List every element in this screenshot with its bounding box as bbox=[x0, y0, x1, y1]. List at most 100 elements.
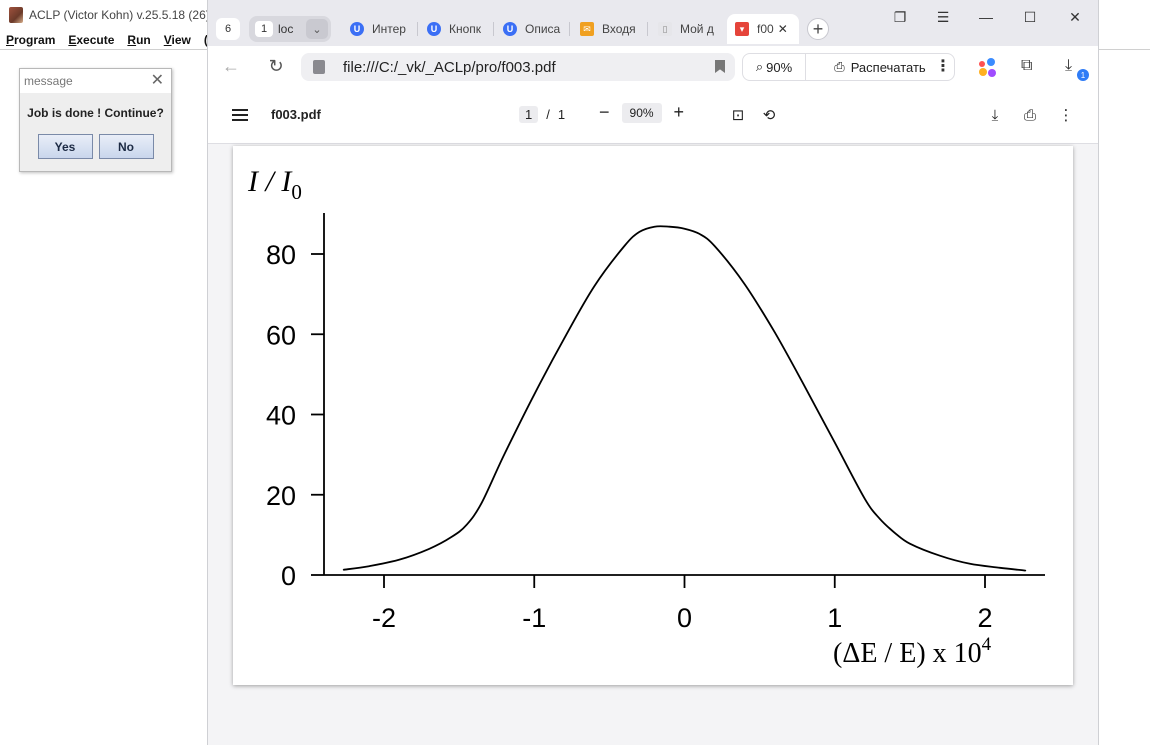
tab-label: Входя bbox=[602, 22, 636, 36]
more-icon[interactable]: ⋮ bbox=[935, 56, 951, 76]
yes-button[interactable]: Yes bbox=[37, 134, 93, 159]
back-icon[interactable]: ← bbox=[219, 56, 243, 77]
data-point bbox=[593, 285, 595, 287]
search-icon: ⌕ bbox=[755, 59, 764, 74]
tab-label: Интер bbox=[372, 22, 406, 36]
data-point bbox=[879, 518, 881, 520]
data-point bbox=[533, 393, 535, 396]
aclp-title-bar: ACLP (Victor Kohn) v.25.5.18 (26) bbox=[0, 0, 230, 30]
data-point bbox=[683, 228, 686, 230]
menu-program[interactable]: Program bbox=[6, 33, 55, 47]
tab-label: Кнопк bbox=[449, 22, 482, 36]
y-tick-label: 0 bbox=[281, 561, 296, 591]
x-tick-label: 0 bbox=[677, 603, 692, 633]
tab-bar: 6 1 loc ⌄ U Интер U Кнопк U Описа ✉ Вход… bbox=[208, 0, 1098, 46]
tab-active[interactable]: ▾ f00 ✕ bbox=[727, 14, 799, 44]
download-icon[interactable]: ⤓ 1 bbox=[1065, 57, 1089, 81]
tab-group-label: loc bbox=[278, 22, 294, 36]
reload-icon[interactable]: ↻ bbox=[264, 56, 288, 77]
rotate-icon[interactable]: ⟲ bbox=[759, 105, 779, 125]
series-line bbox=[343, 225, 1026, 572]
pdf-zoom-value[interactable]: 90% bbox=[621, 102, 662, 123]
data-point bbox=[864, 498, 866, 500]
minimize-icon[interactable]: — bbox=[974, 6, 998, 28]
close-window-icon[interactable]: ✕ bbox=[1063, 6, 1087, 28]
tab-label: f00 bbox=[757, 22, 774, 36]
aclp-title: ACLP (Victor Kohn) v.25.5.18 (26) bbox=[29, 8, 210, 22]
data-point bbox=[653, 226, 656, 228]
chevron-down-icon[interactable]: ⌄ bbox=[306, 19, 328, 39]
data-point bbox=[398, 559, 400, 561]
fit-page-icon[interactable]: ⊡ bbox=[728, 105, 748, 125]
printer-icon: ⎙ bbox=[834, 59, 845, 74]
tab-2[interactable]: U Кнопк bbox=[427, 16, 494, 42]
zoom-out-icon[interactable]: − bbox=[599, 102, 610, 123]
data-point bbox=[563, 337, 565, 339]
close-icon[interactable]: ✕ bbox=[151, 73, 164, 89]
y-tick-label: 60 bbox=[266, 320, 296, 350]
tab-1[interactable]: U Интер bbox=[350, 16, 418, 42]
hamburger-icon[interactable] bbox=[232, 109, 248, 121]
dialog-message: Job is done ! Continue? bbox=[27, 106, 164, 120]
x-axis-label: (ΔE / E) x 104 bbox=[833, 634, 992, 669]
data-point bbox=[342, 569, 345, 571]
tab-4[interactable]: ✉ Входя bbox=[580, 16, 648, 42]
maximize-icon[interactable]: ☐ bbox=[1018, 6, 1042, 28]
data-point bbox=[481, 502, 483, 504]
menu-execute[interactable]: Execute bbox=[68, 33, 114, 47]
dialog-title: message bbox=[24, 74, 73, 88]
data-point bbox=[804, 385, 806, 388]
tab-3[interactable]: U Описа bbox=[503, 16, 570, 42]
data-point bbox=[744, 283, 746, 285]
tab-group[interactable]: 1 loc ⌄ bbox=[249, 16, 331, 42]
zoom-print-group: ⌕ 90% ⎙ Распечатать bbox=[742, 53, 955, 81]
print-label: Распечатать bbox=[850, 59, 926, 75]
zoom-value: 90% bbox=[766, 59, 793, 75]
zoom-in-icon[interactable]: + bbox=[674, 102, 685, 123]
new-tab-button[interactable]: + bbox=[807, 18, 829, 40]
url-field[interactable]: file:///C:/_vk/_ACLp/pro/f003.pdf bbox=[301, 53, 735, 81]
printer-icon[interactable]: ⎙ bbox=[1020, 105, 1040, 125]
screen: { "aclp": { "title": "ACLP (Victor Kohn)… bbox=[0, 0, 1150, 745]
data-point bbox=[1024, 569, 1027, 572]
data-point bbox=[894, 532, 896, 534]
address-bar: ← ↻ file:///C:/_vk/_ACLp/pro/f003.pdf ⌕ … bbox=[208, 46, 1098, 88]
data-point bbox=[368, 565, 370, 567]
bookmark-icon[interactable] bbox=[715, 60, 725, 73]
download-icon[interactable]: ⤓ bbox=[985, 105, 1005, 125]
bookmarks-icon[interactable]: ❐ bbox=[888, 6, 912, 28]
data-point bbox=[428, 548, 430, 550]
tab-label: Мой д bbox=[680, 22, 714, 36]
data-point bbox=[969, 563, 971, 565]
u-icon: U bbox=[350, 22, 364, 36]
menu-icon[interactable]: ☰ bbox=[931, 6, 955, 28]
data-point bbox=[713, 245, 716, 247]
doc-icon: ▯ bbox=[658, 22, 672, 36]
page-input[interactable]: 1 bbox=[519, 106, 539, 123]
zoom-button[interactable]: ⌕ 90% bbox=[743, 54, 806, 80]
menu-view[interactable]: View bbox=[164, 33, 191, 47]
data-points bbox=[342, 226, 1027, 572]
tab-label: Описа bbox=[525, 22, 561, 36]
close-icon[interactable]: ✕ bbox=[778, 22, 788, 36]
dialog-buttons: Yes No bbox=[20, 134, 171, 159]
ticks: -2 -1 0 1 2020406080 bbox=[266, 240, 993, 633]
pdf-icon: ▾ bbox=[735, 22, 749, 36]
data-point bbox=[638, 231, 641, 233]
aclp-logo-icon bbox=[9, 7, 23, 23]
collections-icon[interactable]: ⧉ bbox=[1021, 57, 1043, 79]
x-tick-label: -2 bbox=[372, 603, 396, 633]
u-icon: U bbox=[427, 22, 441, 36]
tab-group-badge: 1 bbox=[255, 21, 273, 37]
y-axis-label: I / I0 bbox=[247, 165, 302, 204]
tab-5[interactable]: ▯ Мой д bbox=[658, 16, 724, 42]
tab-counter[interactable]: 6 bbox=[216, 18, 240, 40]
print-button[interactable]: ⎙ Распечатать bbox=[806, 59, 954, 75]
alice-icon[interactable] bbox=[977, 57, 999, 79]
data-point bbox=[834, 441, 836, 444]
menu-run[interactable]: Run bbox=[127, 33, 150, 47]
more-icon[interactable]: ⋮ bbox=[1056, 105, 1076, 125]
url-text: file:///C:/_vk/_ACLp/pro/f003.pdf bbox=[343, 58, 556, 76]
no-button[interactable]: No bbox=[98, 134, 154, 159]
mail-icon: ✉ bbox=[580, 22, 594, 36]
